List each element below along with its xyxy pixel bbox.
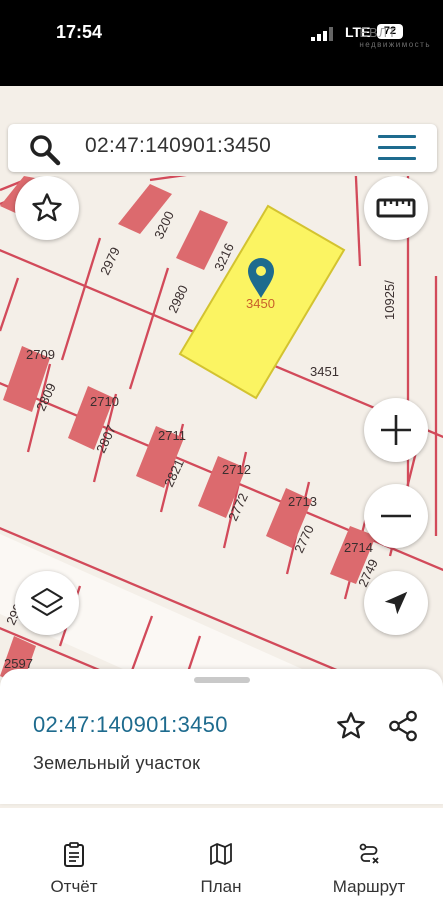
locate-button[interactable]: [364, 571, 428, 635]
parcel-label: 2711: [158, 428, 186, 443]
ruler-icon[interactable]: [376, 196, 416, 220]
nav-report[interactable]: Отчёт: [14, 808, 134, 910]
nav-route-label: Маршрут: [332, 877, 406, 896]
ruler-button[interactable]: [364, 176, 428, 240]
share-icon[interactable]: [386, 709, 420, 743]
app-screen: 02:47:140901:3450 2979 3200 2980 3216 27…: [0, 86, 443, 910]
zoom-in-button[interactable]: [364, 398, 428, 462]
map-plan-icon[interactable]: [209, 842, 233, 866]
selected-parcel-label: 3450: [246, 296, 275, 311]
zoom-out-icon[interactable]: [379, 499, 413, 533]
nav-route[interactable]: Маршрут: [309, 808, 429, 910]
bottom-sheet: 02:47:140901:3450 Земельный участок Отчё…: [0, 669, 443, 910]
status-time: 17:54: [56, 22, 103, 42]
locate-arrow-icon[interactable]: [381, 588, 411, 618]
parcel-label: 2712: [222, 462, 251, 477]
parcel-label: 2714: [344, 540, 373, 555]
favorite-button[interactable]: [15, 176, 79, 240]
zoom-in-icon[interactable]: [379, 413, 413, 447]
parcel-code[interactable]: 02:47:140901:3450: [33, 712, 228, 738]
sheet-drag-handle[interactable]: [194, 677, 250, 683]
nav-plan-label: План: [200, 877, 242, 896]
parcel-label: 2710: [90, 394, 119, 409]
signal-icon: [311, 27, 333, 41]
parcel-type: Земельный участок: [33, 753, 201, 773]
layers-button[interactable]: [15, 571, 79, 635]
parcel-label: 3451: [310, 364, 339, 379]
star-icon[interactable]: [29, 190, 65, 226]
nav-report-label: Отчёт: [50, 877, 98, 896]
bottom-nav: Отчёт План Маршрут: [0, 808, 443, 910]
parcel-label: 2713: [288, 494, 317, 509]
search-bar[interactable]: 02:47:140901:3450: [8, 124, 437, 172]
parcel-card[interactable]: 02:47:140901:3450 Земельный участок: [0, 669, 443, 804]
search-icon[interactable]: [28, 133, 62, 167]
search-query[interactable]: 02:47:140901:3450: [85, 134, 271, 158]
parcel-label: 10925/: [382, 280, 397, 320]
status-bar: 17:54 LTE 72 ЕВЛТ недвижимость: [0, 0, 443, 86]
card-star-icon[interactable]: [334, 709, 368, 743]
nav-plan[interactable]: План: [161, 808, 281, 910]
menu-icon[interactable]: [378, 135, 416, 161]
parcel-label: 2709: [26, 347, 55, 362]
zoom-out-button[interactable]: [364, 484, 428, 548]
watermark: ЕВЛТ недвижимость: [359, 25, 431, 49]
route-icon[interactable]: [357, 842, 381, 866]
layers-icon[interactable]: [29, 585, 65, 621]
watermark-text: ЕВЛТ: [359, 25, 397, 40]
watermark-subtext: недвижимость: [359, 40, 431, 49]
report-icon[interactable]: [62, 842, 86, 868]
